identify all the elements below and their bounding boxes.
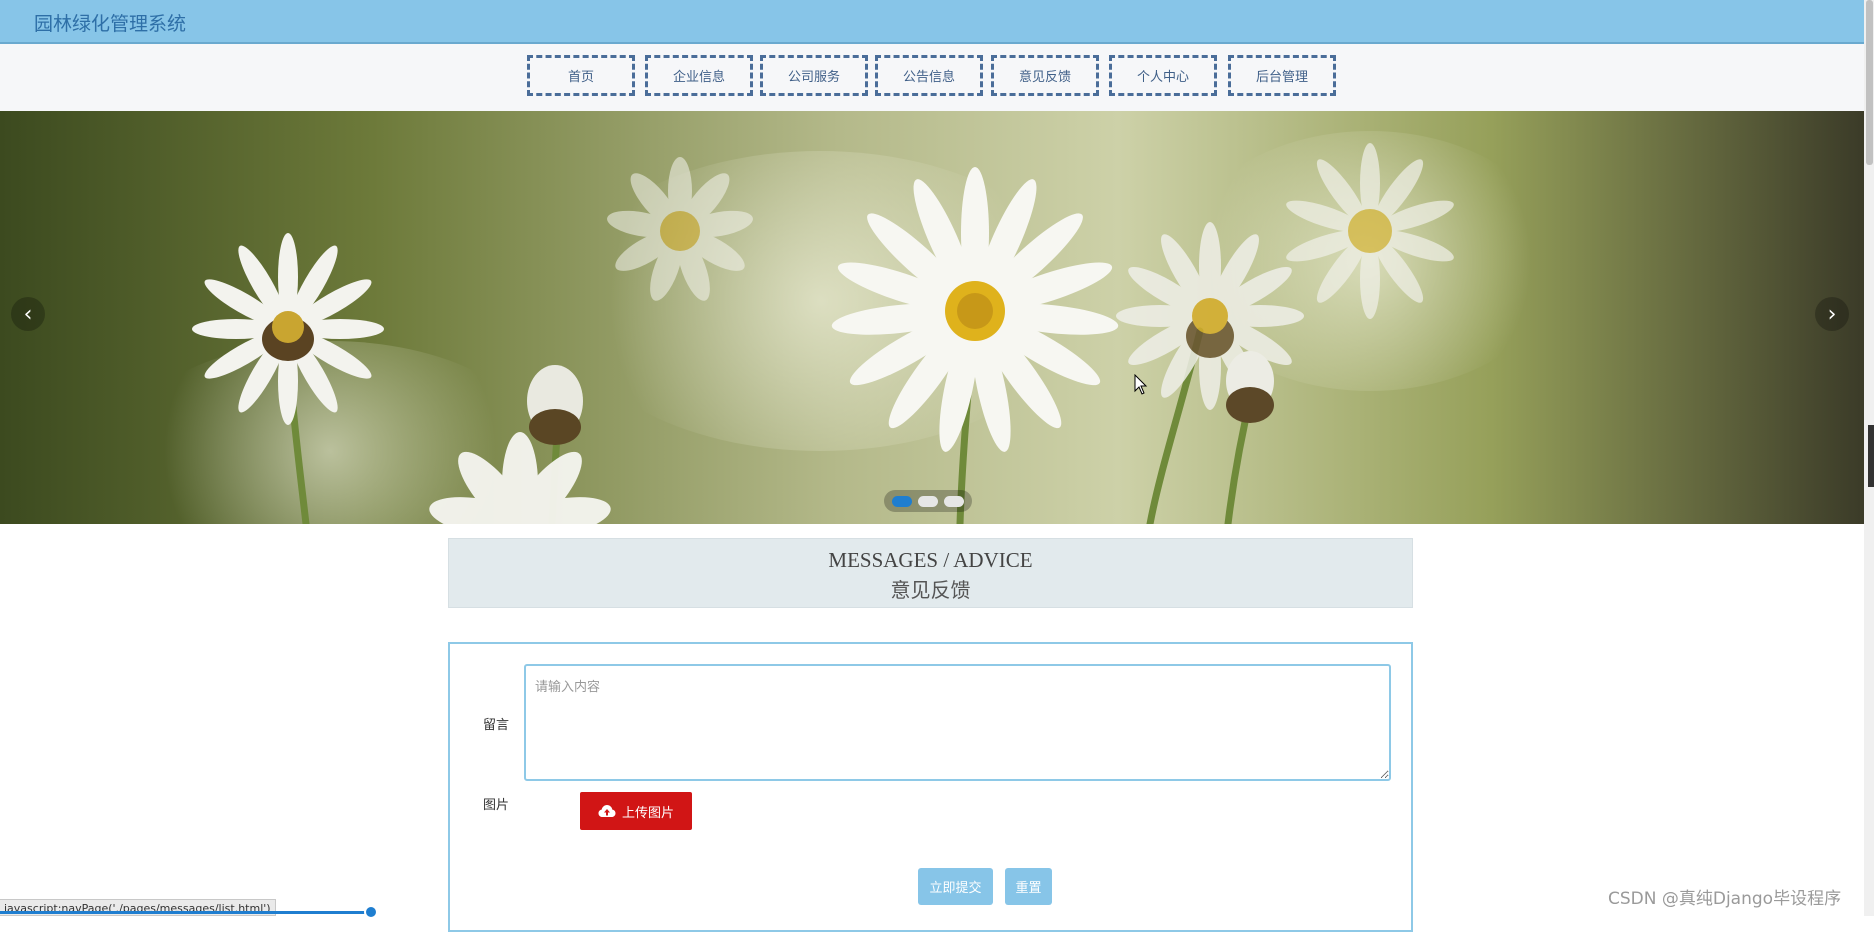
carousel-dot-2[interactable] <box>918 495 938 507</box>
image-label: 图片 <box>483 798 510 813</box>
feedback-form: 留言 图片 上传图片 立即提交 重置 <box>448 642 1413 932</box>
upload-image-label: 上传图片 <box>621 805 674 821</box>
section-title-cn: 意见反馈 <box>890 580 971 602</box>
scrollbar-thumb[interactable] <box>1866 0 1873 165</box>
carousel-dot-1[interactable] <box>892 495 912 507</box>
top-header-bar: 园林绿化管理系统 <box>0 0 1864 44</box>
scrollbar-marker <box>1868 425 1874 487</box>
nav-item-feedback[interactable]: 意见反馈 <box>991 55 1099 96</box>
submit-button[interactable]: 立即提交 <box>918 868 993 905</box>
reset-button[interactable]: 重置 <box>1005 868 1052 905</box>
nav-item-company-services[interactable]: 公司服务 <box>760 55 868 96</box>
site-title: 园林绿化管理系统 <box>34 13 187 35</box>
chevron-right-icon: › <box>1827 301 1837 327</box>
message-label: 留言 <box>483 718 510 733</box>
nav-item-home[interactable]: 首页 <box>527 55 635 96</box>
section-title-en: MESSAGES / ADVICE <box>828 548 1033 572</box>
cloud-upload-icon <box>598 805 616 817</box>
carousel-banner[interactable]: ‹ › <box>0 111 1864 524</box>
progress-knob <box>364 905 378 919</box>
carousel-indicators <box>884 490 972 512</box>
main-navigation: 首页 企业信息 公司服务 公告信息 意见反馈 个人中心 后台管理 <box>0 44 1864 111</box>
nav-item-admin[interactable]: 后台管理 <box>1228 55 1336 96</box>
csdn-watermark: CSDN @真纯Django毕设程序 <box>1608 889 1842 909</box>
page-load-progress <box>0 911 372 914</box>
nav-item-personal-center[interactable]: 个人中心 <box>1109 55 1217 96</box>
carousel-next-button[interactable]: › <box>1815 297 1849 331</box>
nav-item-company-info[interactable]: 企业信息 <box>645 55 753 96</box>
section-header: MESSAGES / ADVICE 意见反馈 <box>448 538 1413 608</box>
chevron-left-icon: ‹ <box>23 301 33 327</box>
message-textarea[interactable] <box>524 664 1391 781</box>
mouse-cursor-icon <box>1134 374 1148 395</box>
nav-item-announcements[interactable]: 公告信息 <box>875 55 983 96</box>
carousel-prev-button[interactable]: ‹ <box>11 297 45 331</box>
carousel-dot-3[interactable] <box>944 495 964 507</box>
daisy-flowers-image <box>192 143 1454 524</box>
upload-image-button[interactable]: 上传图片 <box>580 792 692 830</box>
